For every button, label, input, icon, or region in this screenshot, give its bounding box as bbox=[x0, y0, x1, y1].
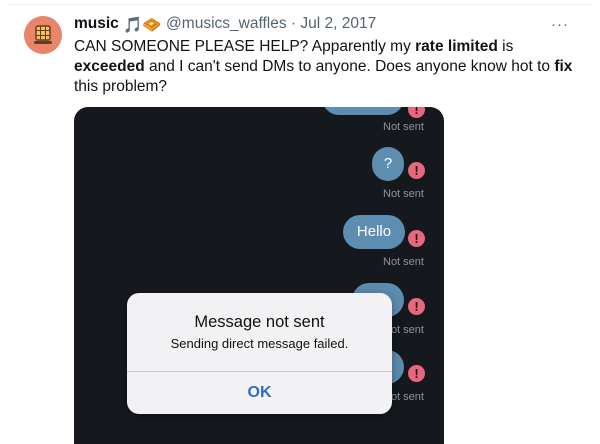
error-icon: ! bbox=[408, 107, 425, 118]
dialog-title: Message not sent bbox=[194, 313, 325, 331]
tweet-date[interactable]: Jul 2, 2017 bbox=[300, 15, 376, 32]
divider bbox=[8, 4, 592, 5]
tweet-card[interactable]: music 🎵🧇 @musics_waffles · Jul 2, 2017 ·… bbox=[0, 0, 600, 444]
tweet-text-part: this problem? bbox=[74, 78, 168, 95]
tweet-text-part: CAN SOMEONE PLEASE HELP? Apparently my bbox=[74, 38, 416, 55]
error-icon: ! bbox=[408, 298, 425, 315]
tweet-text-bold: fix bbox=[554, 58, 573, 75]
error-icon: ! bbox=[408, 162, 425, 179]
user-handle[interactable]: @musics_waffles bbox=[166, 15, 287, 32]
alert-dialog: Message not sent Sending direct message … bbox=[127, 293, 392, 414]
ok-button[interactable]: OK bbox=[127, 372, 392, 414]
tweet-text-bold: rate limited bbox=[415, 38, 498, 55]
separator-dot: · bbox=[290, 15, 297, 32]
name-emoji: 🎵🧇 bbox=[123, 17, 162, 34]
more-options-icon[interactable]: ··· bbox=[551, 16, 569, 33]
tweet-header: music 🎵🧇 @musics_waffles · Jul 2, 2017 bbox=[74, 15, 376, 35]
dialog-message: Sending direct message failed. bbox=[170, 336, 349, 351]
message-status: Not sent bbox=[383, 256, 424, 268]
message-bubble: ? bbox=[372, 147, 404, 181]
message-bubble bbox=[322, 107, 404, 115]
tweet-text-bold: exceeded bbox=[74, 58, 145, 75]
error-icon: ! bbox=[408, 230, 425, 247]
waffle-avatar-icon bbox=[24, 16, 62, 54]
tweet-text: CAN SOMEONE PLEASE HELP? Apparently my r… bbox=[74, 37, 574, 97]
message-status: Not sent bbox=[383, 188, 424, 200]
tweet-text-part: is bbox=[497, 38, 514, 55]
message-status: Not sent bbox=[383, 121, 424, 133]
message-bubble: Hello bbox=[343, 215, 405, 249]
display-name[interactable]: music bbox=[74, 15, 119, 32]
tweet-text-part: and I can't send DMs to anyone. Does any… bbox=[144, 58, 555, 75]
error-icon: ! bbox=[408, 365, 425, 382]
avatar[interactable] bbox=[24, 16, 62, 54]
